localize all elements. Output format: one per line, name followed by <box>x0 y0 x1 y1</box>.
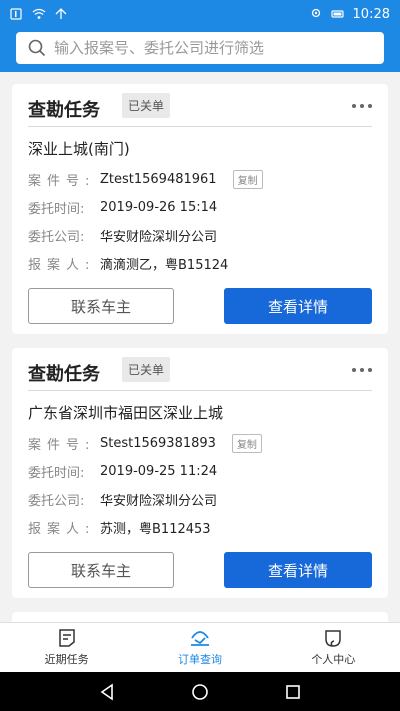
view-details-button[interactable]: 查看详情 <box>224 552 372 588</box>
battery-icon <box>330 10 344 18</box>
copy-button[interactable]: 复制 <box>232 170 263 189</box>
wifi-icon <box>32 8 46 19</box>
entrust-time-label: 委托时间: <box>28 466 85 481</box>
entrust-time-label: 委托时间: <box>28 202 85 217</box>
case-number-label: 案件号: <box>28 174 96 189</box>
divider <box>28 126 372 127</box>
task-card[interactable]: 查勘任务 已关单 广东省深圳市福田区深业上城 案件号: Stest1569381… <box>12 348 388 598</box>
case-number-value: Ztest1569481961 <box>100 172 217 187</box>
entrust-time-row: 委托时间: 2019-09-25 11:24 <box>28 462 217 481</box>
reporter-value: 滴滴测乙，粤B15124 <box>100 258 229 273</box>
case-number-value: Stest1569381893 <box>100 436 216 451</box>
entrust-time-row: 委托时间: 2019-09-26 15:14 <box>28 198 217 217</box>
task-address: 深业上城(南门) <box>28 140 130 158</box>
task-list-icon <box>58 629 75 647</box>
entrust-company-label: 委托公司: <box>28 230 85 245</box>
entrust-time-value: 2019-09-25 11:24 <box>100 464 218 479</box>
card-title: 查勘任务 <box>28 364 100 385</box>
status-bar: 10:28 <box>0 0 400 28</box>
reporter-value: 苏测，粤B112453 <box>100 522 211 537</box>
location-icon <box>311 8 320 18</box>
status-badge: 已关单 <box>122 93 171 118</box>
entrust-company-row: 委托公司: 华安财险深圳分公司 <box>28 490 217 509</box>
more-icon[interactable] <box>352 104 372 108</box>
reporter-label: 报案人: <box>28 522 96 537</box>
case-number-row: 案件号: Stest1569381893 复制 <box>28 434 262 453</box>
tab-label: 订单查询 <box>177 653 222 666</box>
reporter-row: 报案人: 滴滴测乙，粤B15124 <box>28 254 228 273</box>
entrust-company-label: 委托公司: <box>28 494 85 509</box>
contact-owner-button[interactable]: 联系车主 <box>28 552 174 588</box>
task-address: 广东省深圳市福田区深业上城 <box>28 404 224 422</box>
card-title: 查勘任务 <box>28 100 100 121</box>
profile-icon <box>325 630 342 647</box>
contact-owner-button[interactable]: 联系车主 <box>28 288 174 324</box>
reporter-row: 报案人: 苏测，粤B112453 <box>28 518 211 537</box>
tab-label: 个人中心 <box>311 653 356 666</box>
reporter-label: 报案人: <box>28 258 96 273</box>
back-icon[interactable] <box>98 682 116 701</box>
entrust-company-row: 委托公司: 华安财险深圳分公司 <box>28 226 217 245</box>
tab-recent-tasks[interactable]: 近期任务 <box>0 623 133 672</box>
tab-profile[interactable]: 个人中心 <box>267 623 400 672</box>
entrust-company-value: 华安财险深圳分公司 <box>100 494 218 509</box>
case-number-row: 案件号: Ztest1569481961 复制 <box>28 170 263 189</box>
entrust-time-value: 2019-09-26 15:14 <box>100 200 218 215</box>
status-time: 10:28 <box>352 6 390 22</box>
status-badge: 已关单 <box>122 357 171 382</box>
search-icon <box>28 39 46 57</box>
case-number-label: 案件号: <box>28 438 96 453</box>
search-input[interactable] <box>54 39 354 57</box>
divider <box>28 390 372 391</box>
search-header <box>0 28 400 72</box>
search-box[interactable] <box>16 32 384 64</box>
notification-icon <box>10 8 22 20</box>
tab-order-search[interactable]: 订单查询 <box>133 623 266 672</box>
copy-button[interactable]: 复制 <box>231 434 262 453</box>
system-nav-bar <box>0 672 400 711</box>
tab-label: 近期任务 <box>44 653 89 666</box>
signal-icon <box>55 8 67 19</box>
more-icon[interactable] <box>352 368 372 372</box>
recent-apps-icon[interactable] <box>284 683 302 701</box>
order-search-icon <box>190 631 209 646</box>
bottom-tab-bar: 近期任务 订单查询 个人中心 <box>0 622 400 672</box>
home-icon[interactable] <box>191 683 209 701</box>
task-card[interactable]: 查勘任务 已关单 深业上城(南门) 案件号: Ztest1569481961 复… <box>12 84 388 334</box>
entrust-company-value: 华安财险深圳分公司 <box>100 230 218 245</box>
view-details-button[interactable]: 查看详情 <box>224 288 372 324</box>
